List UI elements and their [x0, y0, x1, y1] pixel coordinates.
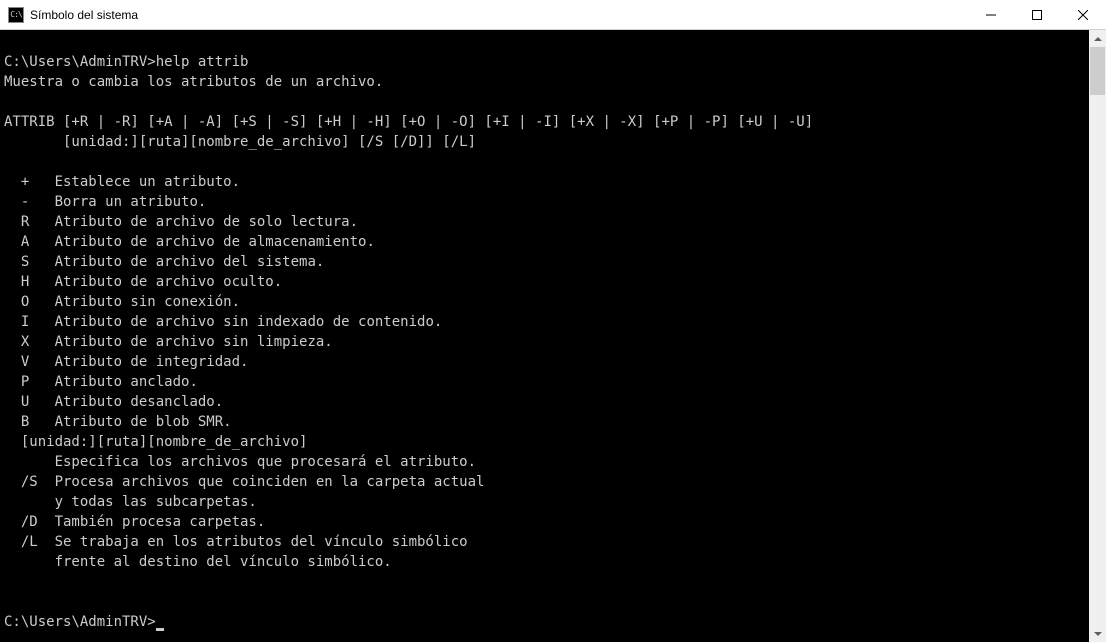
prompt: C:\Users\AdminTRV>: [4, 614, 156, 630]
window-controls: [968, 0, 1106, 29]
param-row: B Atributo de blob SMR.: [4, 414, 232, 430]
param-row: X Atributo de archivo sin limpieza.: [4, 334, 333, 350]
cursor: [156, 628, 164, 631]
param-row: H Atributo de archivo oculto.: [4, 274, 282, 290]
param-row: V Atributo de integridad.: [4, 354, 248, 370]
prompt-line: C:\Users\AdminTRV>help attrib: [4, 54, 248, 70]
help-description: Muestra o cambia los atributos de un arc…: [4, 74, 383, 90]
terminal-output[interactable]: C:\Users\AdminTRV>help attrib Muestra o …: [0, 30, 1089, 642]
param-row: A Atributo de archivo de almacenamiento.: [4, 234, 375, 250]
maximize-button[interactable]: [1014, 0, 1060, 29]
param-path-header: [unidad:][ruta][nombre_de_archivo]: [4, 434, 307, 450]
param-row: + Establece un atributo.: [4, 174, 240, 190]
param-row: S Atributo de archivo del sistema.: [4, 254, 324, 270]
param-row: O Atributo sin conexión.: [4, 294, 240, 310]
vertical-scrollbar[interactable]: [1089, 30, 1106, 642]
syntax-line: [unidad:][ruta][nombre_de_archivo] [/S […: [4, 134, 476, 150]
minimize-button[interactable]: [968, 0, 1014, 29]
scroll-down-arrow-icon[interactable]: [1089, 625, 1106, 642]
param-s-line: /S Procesa archivos que coinciden en la …: [4, 474, 484, 490]
param-row: I Atributo de archivo sin indexado de co…: [4, 314, 442, 330]
scroll-thumb[interactable]: [1090, 47, 1105, 95]
param-l-line: frente al destino del vínculo simbólico.: [4, 554, 392, 570]
param-row: R Atributo de archivo de solo lectura.: [4, 214, 358, 230]
window-title: Símbolo del sistema: [30, 8, 968, 22]
close-button[interactable]: [1060, 0, 1106, 29]
param-row: U Atributo desanclado.: [4, 394, 223, 410]
param-l-line: /L Se trabaja en los atributos del víncu…: [4, 534, 468, 550]
syntax-line: ATTRIB [+R | -R] [+A | -A] [+S | -S] [+H…: [4, 114, 813, 130]
prompt: C:\Users\AdminTRV>: [4, 54, 156, 70]
terminal-area: C:\Users\AdminTRV>help attrib Muestra o …: [0, 30, 1106, 642]
typed-command: help attrib: [156, 54, 249, 70]
cmd-icon: C:\: [8, 7, 24, 23]
prompt-line: C:\Users\AdminTRV>: [4, 614, 164, 630]
titlebar: C:\ Símbolo del sistema: [0, 0, 1106, 30]
param-row: P Atributo anclado.: [4, 374, 198, 390]
param-row: - Borra un atributo.: [4, 194, 206, 210]
param-s-line: y todas las subcarpetas.: [4, 494, 257, 510]
scroll-up-arrow-icon[interactable]: [1089, 30, 1106, 47]
param-path-desc: Especifica los archivos que procesará el…: [4, 454, 476, 470]
param-d-line: /D También procesa carpetas.: [4, 514, 265, 530]
